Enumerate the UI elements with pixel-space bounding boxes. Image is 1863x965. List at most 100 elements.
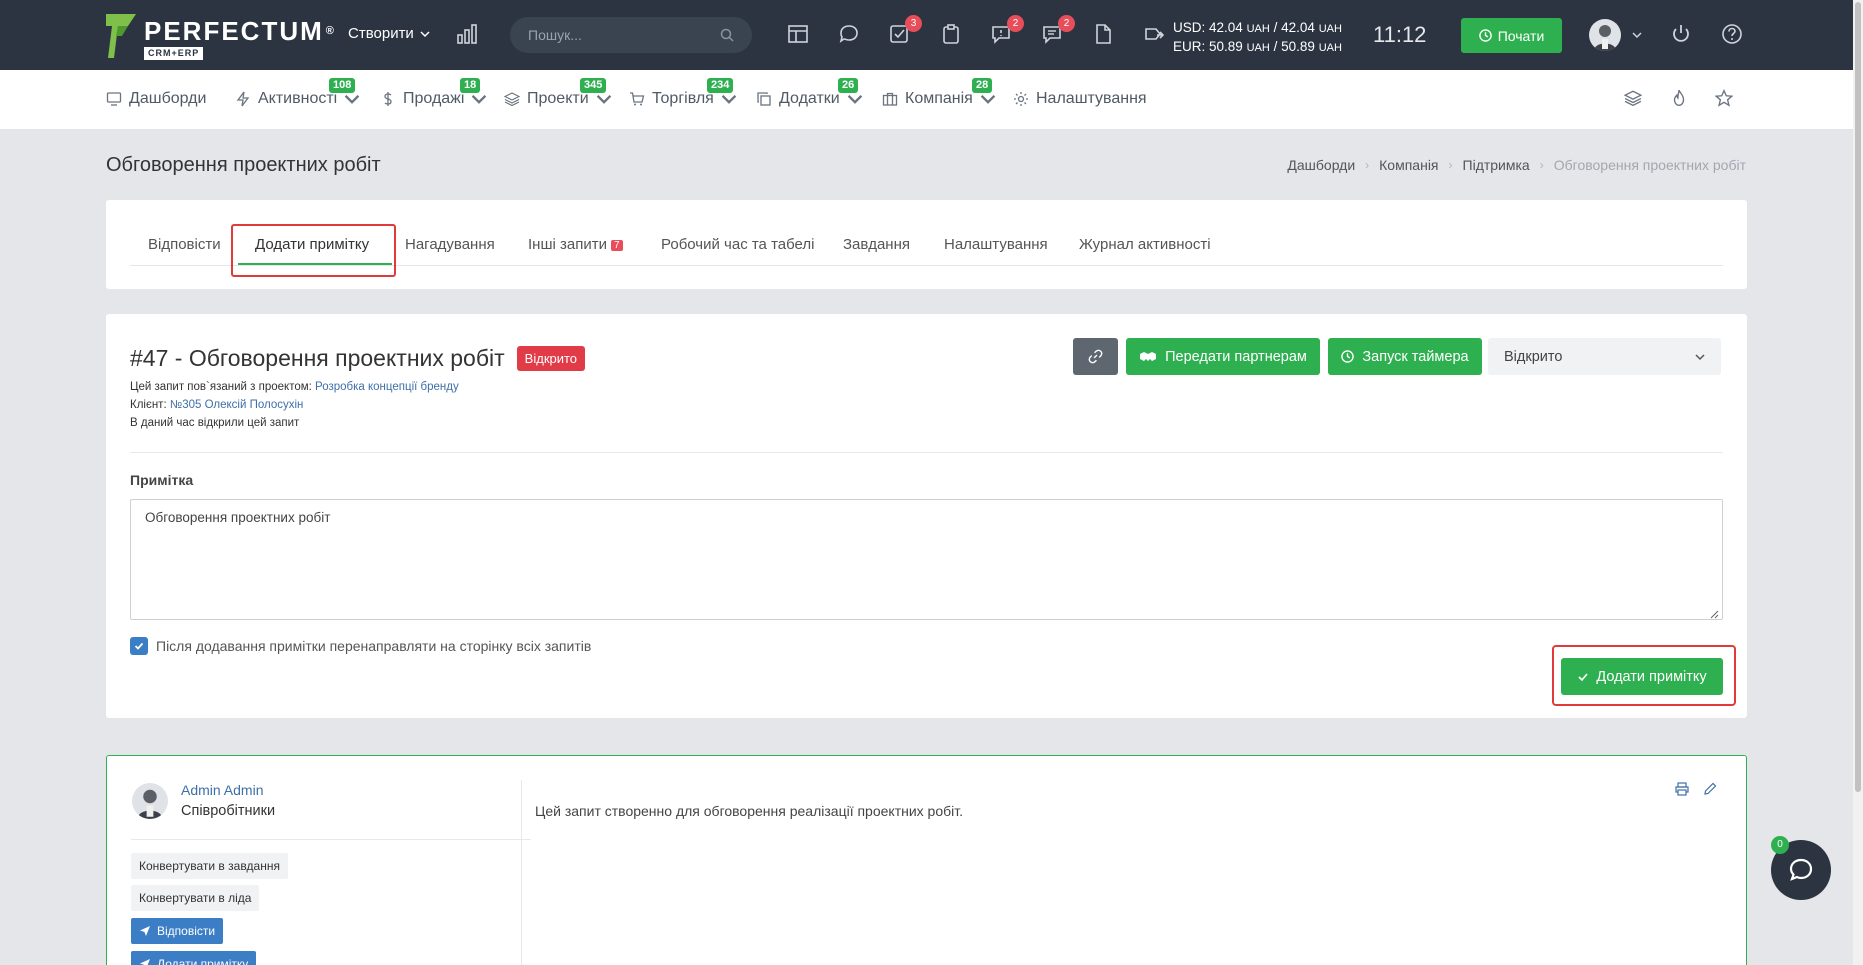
start-timer-ticket-button[interactable]: Запуск таймера bbox=[1328, 338, 1482, 375]
redirect-checkbox[interactable] bbox=[130, 637, 148, 655]
nav-company[interactable]: Компанія 28 bbox=[882, 78, 996, 108]
logo-name: PERFECTUM bbox=[144, 16, 324, 46]
tasks-check-icon[interactable]: 3 bbox=[888, 15, 922, 47]
uah-unit: UAH bbox=[1318, 42, 1342, 54]
chat-bubble-icon[interactable] bbox=[838, 23, 862, 47]
user-avatar[interactable] bbox=[1589, 19, 1621, 51]
breadcrumb-item[interactable]: Компанія bbox=[1379, 157, 1438, 173]
exchange-icon[interactable] bbox=[1143, 23, 1167, 47]
tab-settings[interactable]: Налаштування bbox=[944, 236, 1048, 253]
edit-pencil-icon[interactable] bbox=[1703, 782, 1717, 796]
nav-badge: 345 bbox=[580, 78, 607, 93]
add-note-small-button[interactable]: Додати примітку bbox=[131, 951, 257, 965]
tab-tasks[interactable]: Завдання bbox=[843, 236, 910, 253]
star-icon[interactable] bbox=[1714, 89, 1735, 109]
tab-reminders[interactable]: Нагадування bbox=[405, 236, 495, 253]
create-menu-button[interactable]: Створити bbox=[348, 25, 430, 42]
breadcrumb: Дашборди › Компанія › Підтримка › Обгово… bbox=[1287, 157, 1746, 173]
nav-label: Дашборди bbox=[129, 90, 207, 107]
uah-unit: UAH bbox=[1246, 23, 1270, 35]
page-scrollbar[interactable] bbox=[1853, 0, 1863, 965]
nav-badge: 26 bbox=[838, 78, 859, 93]
nav-label: Проекти bbox=[527, 90, 589, 107]
redirect-checkbox-row: Після додавання примітки перенаправляти … bbox=[130, 637, 591, 655]
clock-icon bbox=[1478, 29, 1492, 42]
nav-dashboards[interactable]: Дашборди bbox=[106, 90, 206, 108]
logo-sub: CRM+ERP bbox=[144, 47, 204, 60]
tab-timesheets[interactable]: Робочий час та табелі bbox=[661, 236, 814, 253]
chevron-down-icon bbox=[721, 94, 737, 104]
nav-badge: 18 bbox=[460, 78, 481, 93]
eur-value-2: 50.89 bbox=[1281, 39, 1315, 54]
currency-rates: USD: 42.04 UAH / 42.04 UAH EUR: 50.89 UA… bbox=[1173, 19, 1342, 57]
client-link[interactable]: №305 Олексій Полосухін bbox=[170, 399, 304, 411]
comments-icon[interactable]: 2 bbox=[1041, 15, 1075, 47]
document-icon[interactable] bbox=[1092, 23, 1116, 47]
fire-icon[interactable] bbox=[1670, 89, 1690, 109]
nav-trade[interactable]: Торгівля 234 bbox=[629, 78, 737, 108]
chevron-down-icon[interactable] bbox=[1632, 30, 1642, 40]
messages-icon[interactable]: 2 bbox=[990, 15, 1024, 47]
tab-reply[interactable]: Відповісти bbox=[148, 236, 221, 253]
start-timer-button[interactable]: Почати bbox=[1461, 18, 1562, 53]
pass-to-partners-button[interactable]: Передати партнерам bbox=[1126, 338, 1320, 375]
project-link[interactable]: Розробка концепції бренду bbox=[315, 381, 459, 393]
project-prefix: Цей запит пов`язаний з проектом: bbox=[130, 381, 312, 393]
nav-addons[interactable]: Додатки 26 bbox=[756, 78, 863, 108]
copy-link-button[interactable] bbox=[1073, 338, 1118, 375]
search-input[interactable] bbox=[528, 27, 708, 43]
bar-chart-icon[interactable] bbox=[456, 23, 478, 48]
eur-label: EUR: bbox=[1173, 39, 1206, 54]
chat-icon bbox=[1789, 858, 1813, 881]
start-timer-label: Запуск таймера bbox=[1362, 348, 1469, 365]
tab-activity-log[interactable]: Журнал активності bbox=[1079, 236, 1211, 253]
chevron-down-icon bbox=[596, 94, 611, 104]
usd-label: USD: bbox=[1173, 20, 1206, 35]
reply-button[interactable]: Відповісти bbox=[131, 918, 224, 944]
reply-message: Цей запит створенно для обговорення реал… bbox=[535, 803, 963, 819]
monitor-icon bbox=[106, 92, 122, 106]
logo[interactable]: PERFECTUM ® CRM+ERP bbox=[106, 14, 336, 60]
convert-to-task-button[interactable]: Конвертувати в завдання bbox=[131, 853, 288, 879]
ticket-card: #47 - Обговорення проектних робіт Відкри… bbox=[106, 314, 1747, 718]
nav-settings[interactable]: Налаштування bbox=[1013, 90, 1147, 108]
nav-sales[interactable]: Продажі 18 bbox=[380, 78, 487, 108]
tab-other-requests[interactable]: Інші запити 7 bbox=[528, 236, 623, 253]
nav-activities[interactable]: Активності 108 bbox=[235, 78, 360, 108]
search-icon[interactable] bbox=[720, 28, 734, 42]
breadcrumb-item[interactable]: Дашборди bbox=[1287, 157, 1355, 173]
ticket-status-select[interactable]: Відкрито bbox=[1488, 338, 1721, 375]
chevron-down-icon bbox=[1695, 353, 1705, 360]
page-title: Обговорення проектних робіт bbox=[106, 154, 381, 176]
convert-to-lead-button[interactable]: Конвертувати в ліда bbox=[131, 885, 260, 911]
create-label: Створити bbox=[348, 25, 414, 42]
copy-icon bbox=[757, 92, 771, 106]
opened-text: В даний час відкрили цей запит bbox=[130, 417, 300, 429]
resize-handle-icon[interactable] bbox=[1709, 607, 1719, 619]
clock: 11:12 bbox=[1373, 22, 1427, 47]
logo-reg: ® bbox=[325, 25, 336, 37]
print-icon[interactable] bbox=[1675, 782, 1689, 796]
reply-author-link[interactable]: Admin Admin bbox=[181, 782, 263, 798]
uah-unit: UAH bbox=[1318, 23, 1342, 35]
note-textarea[interactable]: Обговорення проектних робіт bbox=[130, 499, 1723, 620]
chevron-down-icon bbox=[420, 30, 430, 37]
ticket-project-line: Цей запит пов`язаний з проектом: Розробк… bbox=[130, 381, 459, 393]
briefcase-icon bbox=[882, 92, 898, 106]
clipboard-icon[interactable] bbox=[940, 23, 964, 47]
search-box bbox=[510, 17, 752, 53]
power-icon[interactable] bbox=[1670, 23, 1694, 47]
breadcrumb-current: Обговорення проектних робіт bbox=[1553, 157, 1746, 173]
scrollbar-thumb[interactable] bbox=[1855, 2, 1861, 792]
help-icon[interactable] bbox=[1721, 23, 1745, 47]
handshake-icon bbox=[1140, 351, 1157, 361]
gear-icon bbox=[1014, 92, 1028, 106]
layers-stack-icon[interactable] bbox=[1623, 89, 1644, 109]
nav-badge: 234 bbox=[707, 78, 734, 93]
breadcrumb-item[interactable]: Підтримка bbox=[1463, 157, 1530, 173]
layout-icon[interactable] bbox=[787, 23, 811, 47]
start-label: Почати bbox=[1497, 27, 1545, 44]
clock-icon bbox=[1341, 350, 1355, 363]
nav-projects[interactable]: Проекти 345 bbox=[504, 78, 612, 108]
breadcrumb-separator: › bbox=[1365, 158, 1370, 172]
